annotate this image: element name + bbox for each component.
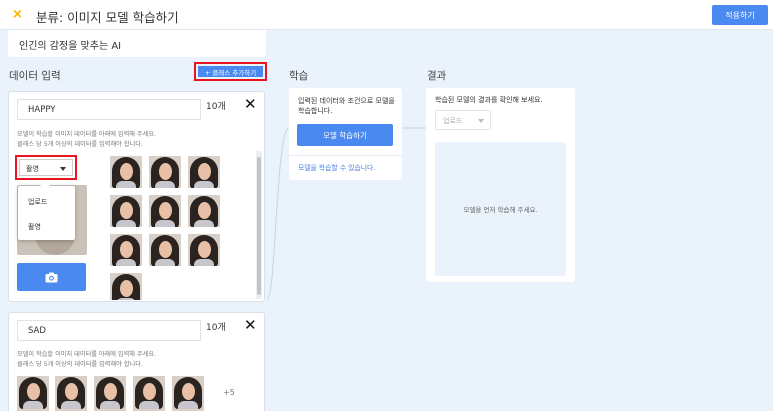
model-description[interactable]: 인긴의 감정을 맞추는 AI [8,30,266,57]
hint-text-1: 모델이 학습할 이미지 데이터를 아래에 입력해 주세요. [17,131,157,138]
image-list-scrollbar[interactable] [256,151,262,299]
more-images-count[interactable]: +5 [223,388,235,397]
page-title: 분류: 이미지 모델 학습하기 [36,10,179,25]
sample-image[interactable] [110,273,142,300]
input-mode-value: 촬영 [26,165,39,173]
input-mode-select[interactable]: 촬영 [19,159,73,176]
camera-icon [45,272,58,282]
sample-image[interactable] [149,195,181,227]
apply-button[interactable]: 적용하기 [712,5,768,25]
add-class-highlight: + 클래스 추가하기 [194,62,267,81]
chevron-down-icon [60,167,66,171]
close-icon[interactable]: × [12,7,23,23]
result-card: 학습된 모델의 결과를 확인해 보세요. 업로드 모델을 먼저 학습해 주세요. [426,88,575,282]
sample-image[interactable] [188,156,220,188]
sample-image[interactable] [188,195,220,227]
hint-text-2: 클래스 당 5개 이상의 데이터를 입력해야 합니다. [17,361,143,368]
sample-image[interactable] [17,376,49,411]
result-input-select[interactable]: 업로드 [435,110,491,130]
train-model-button[interactable]: 모델 학습하기 [297,124,393,146]
sample-image[interactable] [110,234,142,266]
training-card: 입력된 데이터와 조건으로 모델을 학습합니다. 모델 학습하기 모델을 학습할… [289,88,402,180]
top-bar: × 분류: 이미지 모델 학습하기 적용하기 [0,0,773,30]
result-area: 모델을 먼저 학습해 주세요. [435,142,566,276]
result-select-value: 업로드 [443,117,463,125]
training-description: 입력된 데이터와 조건으로 모델을 학습합니다. [298,97,395,115]
sample-image[interactable] [94,376,126,411]
sample-image[interactable] [110,195,142,227]
sample-count: 10개 [206,102,226,112]
sample-image[interactable] [172,376,204,411]
result-title: 결과 [427,70,447,82]
delete-class-icon[interactable]: ✕ [244,316,257,334]
chevron-down-icon [478,119,484,123]
sample-count: 10개 [206,323,226,333]
divider [289,155,402,156]
input-mode-highlight: 촬영 [15,155,77,180]
input-mode-dropdown: 업로드 촬영 [18,181,75,240]
training-status: 모델을 학습할 수 있습니다. [298,164,376,172]
delete-class-icon[interactable]: ✕ [244,95,257,113]
sample-image[interactable] [188,234,220,266]
data-input-title: 데이터 입력 [9,70,61,82]
sample-image[interactable] [133,376,165,411]
dropdown-option-capture[interactable]: 촬영 [28,222,41,232]
result-description: 학습된 모델의 결과를 확인해 보세요. [435,96,543,104]
add-class-button[interactable]: + 클래스 추가하기 [198,66,263,77]
training-title: 학습 [289,70,309,82]
hint-text-1: 모델이 학습할 이미지 데이터를 아래에 입력해 주세요. [17,351,157,358]
class-name-input[interactable]: SAD [17,320,201,341]
hint-text-2: 클래스 당 5개 이상의 데이터를 입력해야 합니다. [17,141,143,148]
sample-image[interactable] [55,376,87,411]
sample-image[interactable] [149,156,181,188]
capture-button[interactable] [17,263,86,291]
sample-image[interactable] [110,156,142,188]
sample-image[interactable] [149,234,181,266]
class-name-input[interactable]: HAPPY [17,99,201,120]
dropdown-option-upload[interactable]: 업로드 [28,197,47,207]
